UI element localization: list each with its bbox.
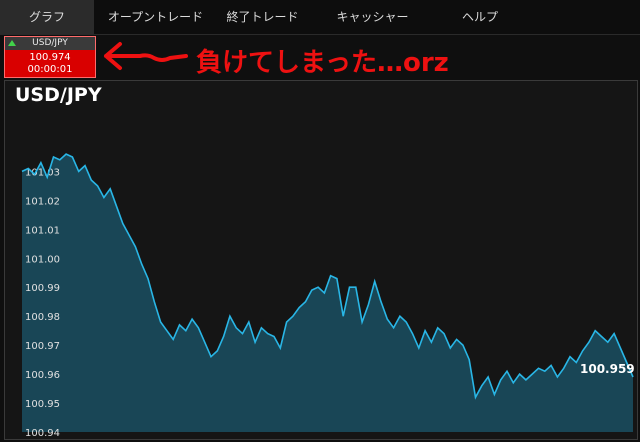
y-tick-label: 100.98 [25,312,60,323]
y-tick-label: 101.00 [25,254,60,265]
last-price-label: 100.959 [580,362,635,376]
y-tick-label: 100.97 [25,341,60,352]
y-tick-label: 100.99 [25,283,60,294]
y-tick-label: 100.95 [25,399,60,410]
price-area [22,154,633,432]
y-tick-label: 101.02 [25,196,60,207]
price-chart[interactable]: 100.94 100.95 100.96 100.97 100.98 100.99 101.… [0,0,640,442]
y-tick-label: 100.96 [25,370,60,381]
y-tick-label: 100.94 [25,428,60,439]
y-tick-label: 101.01 [25,225,60,236]
y-tick-label: 101.03 [25,167,60,178]
